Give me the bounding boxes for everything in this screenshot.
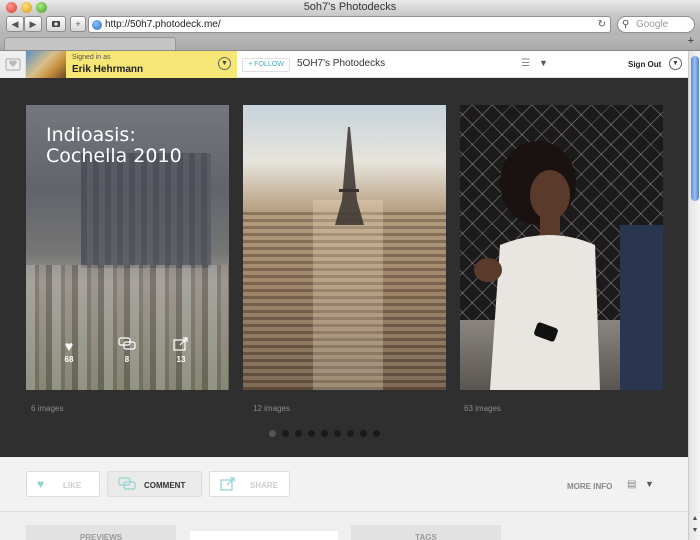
pagination-dot[interactable] [334, 430, 341, 437]
signed-in-label: Signed in as [72, 54, 111, 61]
avatar[interactable] [26, 51, 66, 78]
follow-button[interactable]: + FOLLOW [242, 58, 290, 72]
user-name: Erik Hehrmann [72, 64, 144, 75]
search-input[interactable]: ⚲ Google [617, 16, 695, 33]
photodeck-card[interactable] [243, 105, 446, 390]
close-window-button[interactable] [6, 2, 17, 13]
heart-outline-icon [5, 58, 21, 71]
pagination-dot[interactable] [347, 430, 354, 437]
chevron-down-icon[interactable]: ▼ [218, 57, 231, 70]
share-icon [166, 337, 196, 355]
shares-count: 13 [176, 355, 186, 364]
scroll-down-icon[interactable]: ▼ [690, 527, 700, 534]
tab-previews[interactable]: PREVIEWS [26, 525, 176, 540]
comment-icon [118, 477, 136, 494]
image-count-caption: 6 images [31, 404, 64, 413]
browser-toolbar: ◀ ▶ + http://50h7.photodeck.me/ ↻ ⚲ Goog… [0, 15, 700, 35]
pagination-dot[interactable] [360, 430, 367, 437]
list-icon[interactable]: ☰ [521, 58, 530, 69]
comments-count: 8 [124, 355, 130, 364]
likes-stat[interactable]: ♥ 68 [54, 337, 84, 364]
chevron-down-icon[interactable]: ▼ [669, 57, 682, 70]
tab-tags[interactable]: TAGS [351, 525, 501, 540]
share-icon [220, 477, 236, 494]
minimize-window-button[interactable] [21, 2, 32, 13]
window-title: 5oh7's Photodecks [303, 1, 397, 13]
zoom-window-button[interactable] [36, 2, 47, 13]
account-menu[interactable]: Signed in as Erik Hehrmann ▼ [66, 51, 237, 78]
sign-out-link[interactable]: Sign Out [628, 60, 661, 69]
list-icon[interactable]: ▤ [627, 479, 636, 490]
reload-icon[interactable]: ↻ [598, 17, 606, 32]
comment-icon [112, 337, 142, 355]
search-placeholder: Google [636, 19, 669, 30]
heart-icon: ♥ [37, 477, 45, 491]
share-button[interactable]: SHARE [209, 471, 290, 497]
favorite-button[interactable] [0, 51, 26, 78]
pagination-dot[interactable] [321, 430, 328, 437]
like-label: LIKE [63, 481, 82, 490]
pagination-dot[interactable] [295, 430, 302, 437]
action-bar: ♥ LIKE COMMENT SHARE MORE INFO ▤ ▼ [0, 457, 688, 512]
bookmarks-bar: + [0, 35, 700, 51]
camera-icon [52, 21, 60, 27]
globe-icon [92, 20, 102, 30]
image-count-caption: 63 images [464, 404, 501, 413]
window-titlebar: 5oh7's Photodecks [0, 0, 700, 15]
likes-count: 68 [64, 355, 74, 364]
portrait-image [474, 141, 663, 390]
site-name[interactable]: 5OH7's Photodecks [297, 58, 385, 69]
heart-icon: ♥ [64, 338, 74, 354]
pagination-dot[interactable] [373, 430, 380, 437]
scroll-up-icon[interactable]: ▲ [690, 515, 700, 522]
address-text: http://50h7.photodeck.me/ [105, 19, 221, 30]
new-tab-icon[interactable]: + [688, 35, 694, 47]
chevron-down-icon[interactable]: ▼ [645, 479, 654, 489]
address-bar[interactable]: http://50h7.photodeck.me/ ↻ [88, 16, 611, 33]
chevron-down-icon[interactable]: ▼ [539, 58, 548, 68]
more-info-link[interactable]: MORE INFO [567, 482, 612, 491]
browser-tab[interactable] [4, 37, 176, 50]
photodeck-gallery: Indioasis: Cochella 2010 ♥ 68 8 13 6 ima… [0, 78, 688, 457]
eiffel-tower-image [335, 127, 364, 225]
photodeck-card[interactable] [460, 105, 663, 390]
scrollbar-thumb[interactable] [691, 56, 699, 201]
photodeck-card[interactable]: Indioasis: Cochella 2010 ♥ 68 8 13 [26, 105, 229, 390]
comments-stat[interactable]: 8 [112, 337, 142, 364]
back-button[interactable]: ◀ [6, 16, 24, 32]
comment-button[interactable]: COMMENT [107, 471, 202, 497]
search-icon: ⚲ [622, 19, 630, 30]
image-count-caption: 12 images [253, 404, 290, 413]
like-button[interactable]: ♥ LIKE [26, 471, 100, 497]
share-label: SHARE [250, 481, 279, 490]
deck-title: Indioasis: Cochella 2010 [46, 124, 182, 167]
vertical-scrollbar[interactable]: ▲ ▼ [688, 51, 700, 540]
shares-stat[interactable]: 13 [166, 337, 196, 364]
pagination-dot[interactable] [282, 430, 289, 437]
screenshot-button[interactable] [46, 16, 66, 32]
pagination-dot[interactable] [308, 430, 315, 437]
add-bookmark-button[interactable]: + [70, 16, 86, 32]
comment-label: COMMENT [144, 481, 186, 490]
forward-button[interactable]: ▶ [24, 16, 42, 32]
site-header: Signed in as Erik Hehrmann ▼ + FOLLOW 5O… [0, 51, 688, 78]
pagination-dot[interactable] [269, 430, 276, 437]
detail-tabs: PREVIEWS TAGS [0, 512, 688, 540]
